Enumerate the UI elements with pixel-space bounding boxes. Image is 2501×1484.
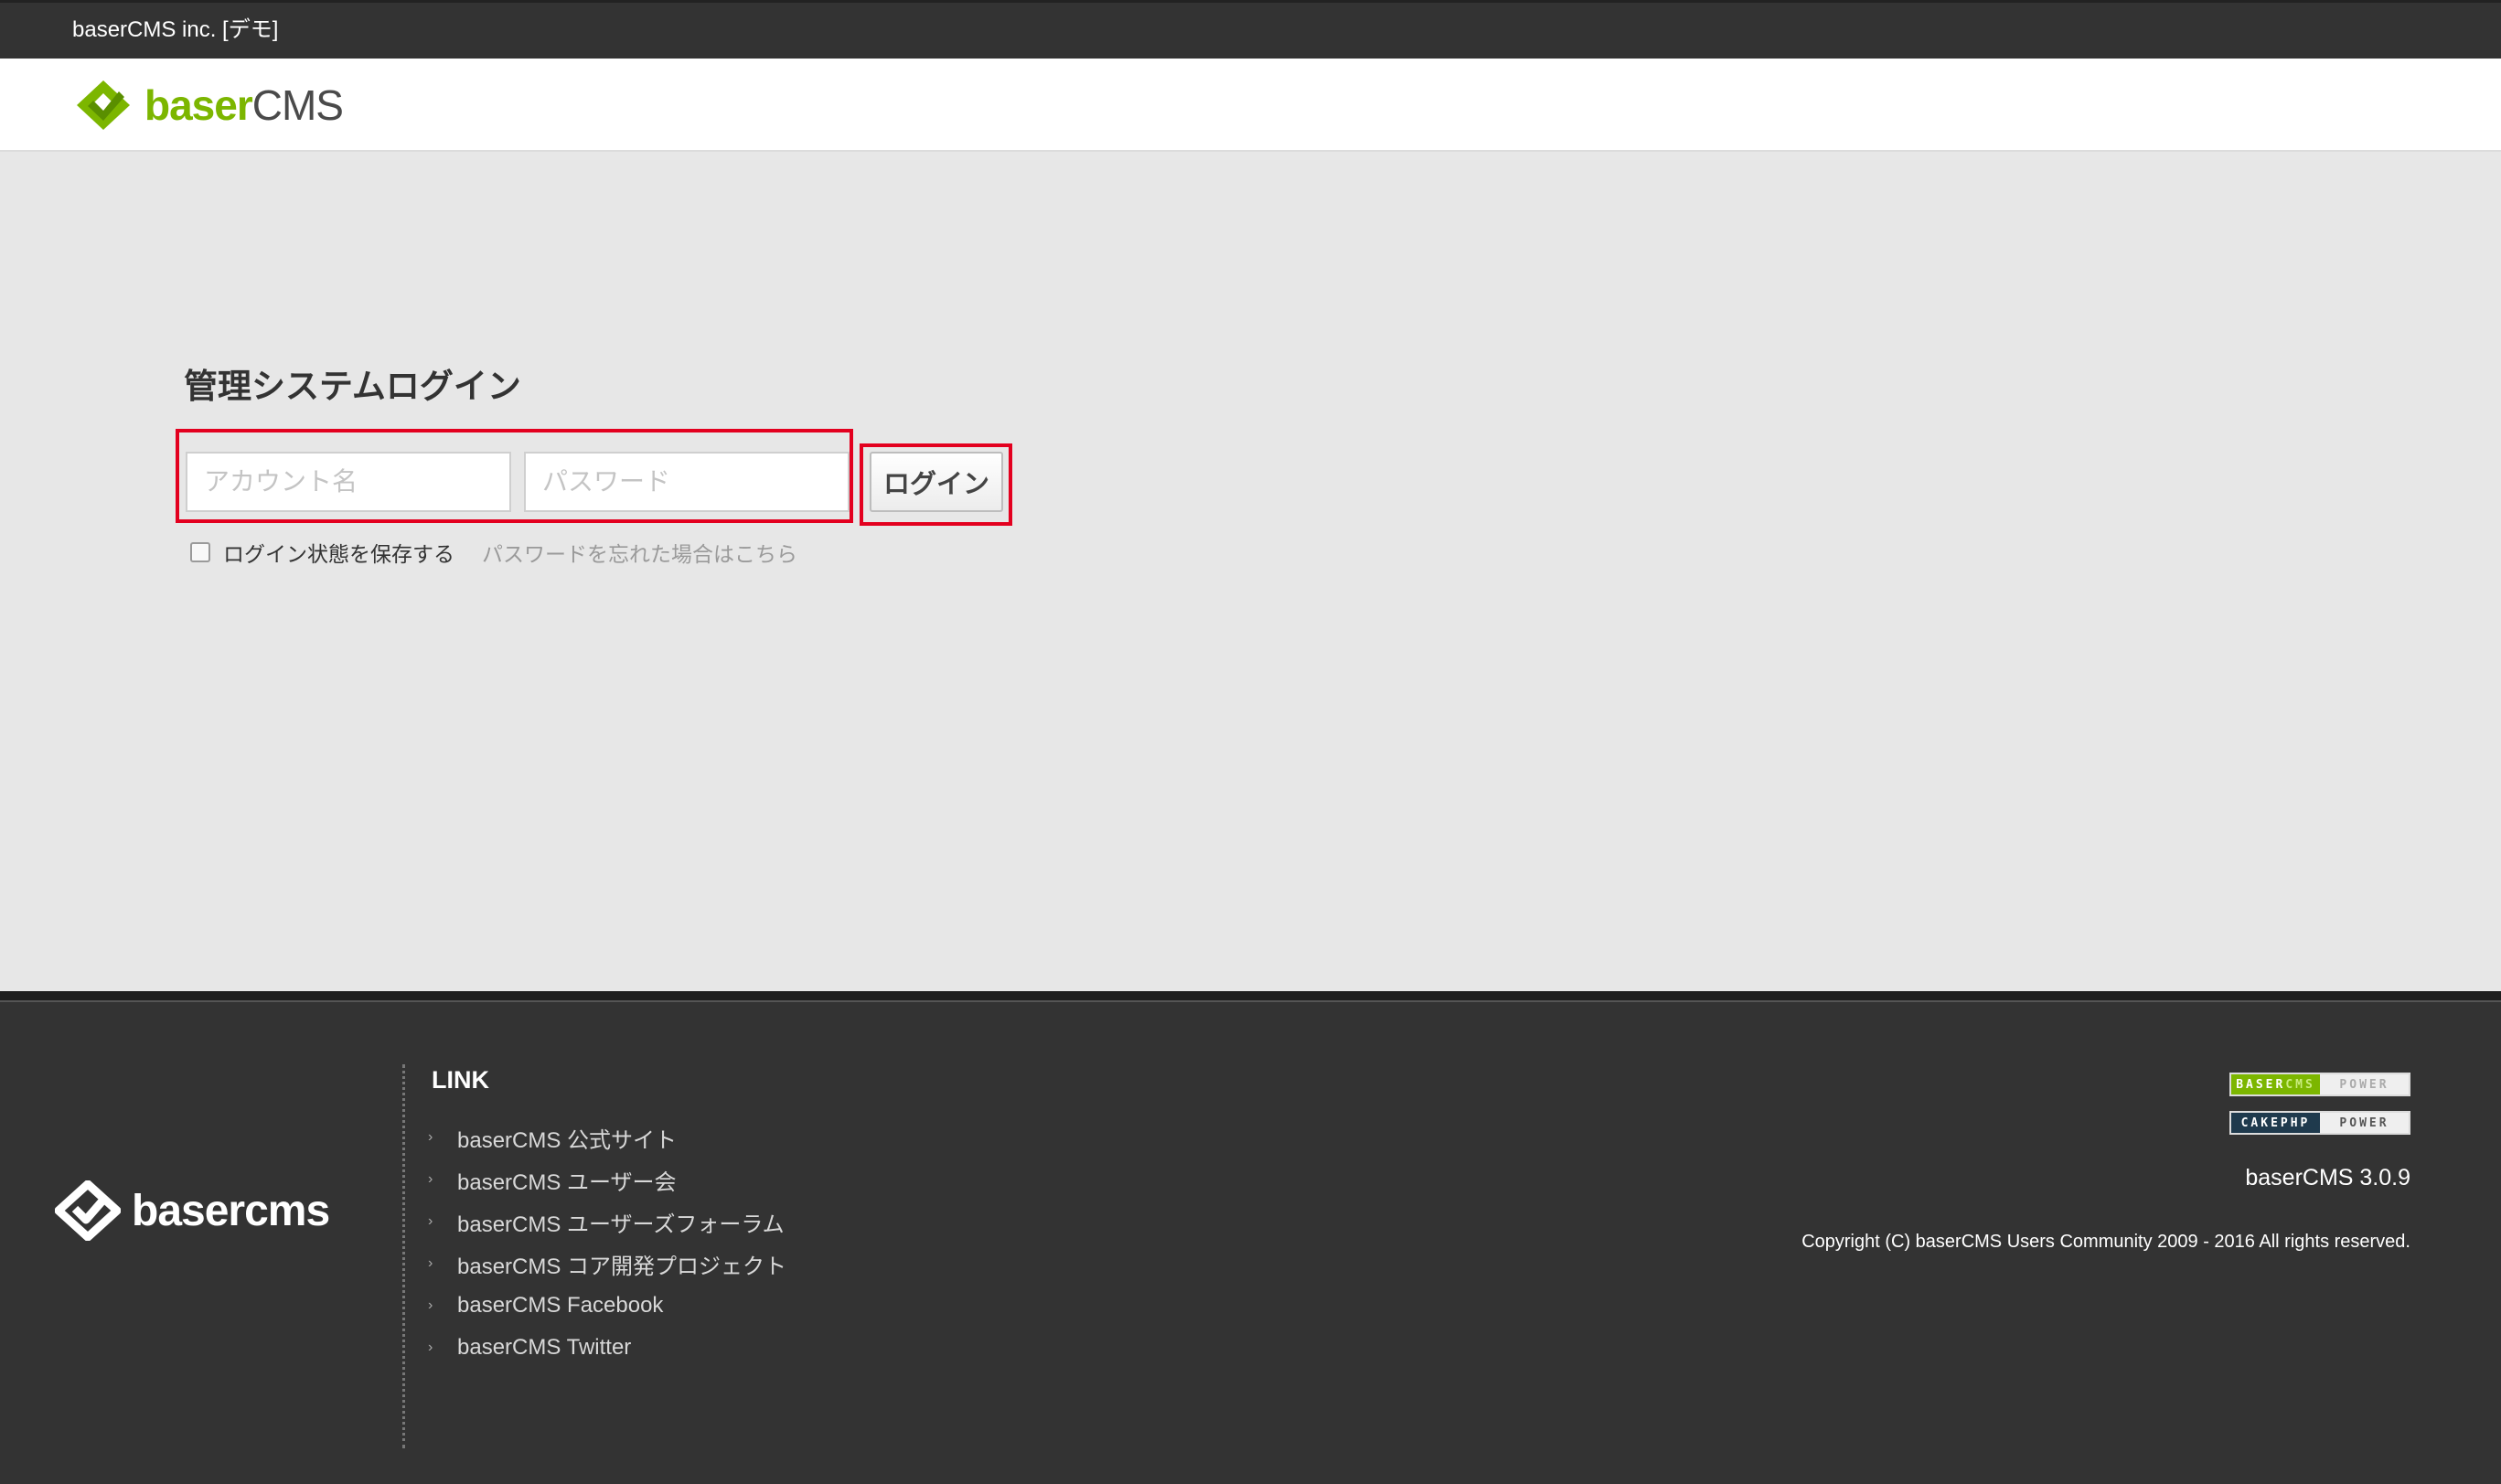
chevron-right-icon: ›	[428, 1213, 433, 1229]
footer-link-item: › baserCMS ユーザー会	[426, 1158, 786, 1201]
header: baserCMS	[0, 59, 2501, 152]
footer-divider	[402, 1064, 405, 1448]
page-title: 管理システムログイン	[184, 368, 521, 405]
chevron-right-icon: ›	[428, 1171, 433, 1187]
footer-top-border	[0, 991, 2501, 1002]
chevron-right-icon: ›	[428, 1297, 433, 1313]
cakephp-power-badge[interactable]: CAKEPHP POWER	[2229, 1111, 2410, 1135]
footer-logo-icon	[55, 1180, 121, 1241]
power-badges: BASER CMS POWER CAKEPHP POWER	[2229, 1073, 2410, 1149]
remember-login-checkbox[interactable]	[190, 542, 210, 562]
footer-basercms-logo[interactable]: basercms	[55, 1180, 330, 1241]
site-name-link[interactable]: baserCMS inc. [デモ]	[72, 16, 278, 44]
footer-link-item: › baserCMS コア開発プロジェクト	[426, 1243, 786, 1285]
password-input[interactable]	[524, 452, 850, 512]
login-button[interactable]: ログイン	[870, 452, 1003, 512]
basercms-logo[interactable]: baserCMS	[73, 75, 344, 135]
basercms-power-badge[interactable]: BASER CMS POWER	[2229, 1073, 2410, 1096]
footer-link-official-site[interactable]: baserCMS 公式サイト	[457, 1122, 677, 1154]
version-text: baserCMS 3.0.9	[2245, 1165, 2410, 1190]
footer-link-twitter[interactable]: baserCMS Twitter	[457, 1335, 631, 1361]
forgot-password-link[interactable]: パスワードを忘れた場合はこちら	[482, 537, 797, 568]
footer-link-item: › baserCMS Facebook	[426, 1285, 786, 1327]
chevron-right-icon: ›	[428, 1340, 433, 1355]
footer-link-item: › baserCMS Twitter	[426, 1327, 786, 1369]
badge-cake-power-text: POWER	[2320, 1113, 2409, 1133]
remember-row: ログイン状態を保存する パスワードを忘れた場合はこちら	[190, 537, 797, 568]
logo-text-main: baser	[144, 81, 253, 129]
footer-link-item: › baserCMS 公式サイト	[426, 1116, 786, 1158]
footer-links-list: › baserCMS 公式サイト › baserCMS ユーザー会 › baserCM…	[426, 1116, 786, 1369]
footer-link-forum[interactable]: baserCMS ユーザーズフォーラム	[457, 1206, 785, 1238]
badge-baser-cms-text: CMS	[2285, 1077, 2315, 1092]
remember-login-label[interactable]: ログイン状態を保存する	[223, 537, 454, 568]
footer-link-user-group[interactable]: baserCMS ユーザー会	[457, 1164, 677, 1196]
chevron-right-icon: ›	[428, 1255, 433, 1271]
top-bar: baserCMS inc. [デモ]	[0, 0, 2501, 59]
footer-logo-text: basercms	[132, 1186, 330, 1235]
footer-link-facebook[interactable]: baserCMS Facebook	[457, 1293, 663, 1319]
chevron-right-icon: ›	[428, 1129, 433, 1145]
footer: basercms LINK › baserCMS 公式サイト › baserCMS …	[0, 991, 2501, 1484]
footer-link-item: › baserCMS ユーザーズフォーラム	[426, 1201, 786, 1243]
basercms-logo-icon	[77, 80, 130, 130]
links-heading: LINK	[432, 1066, 489, 1094]
badge-baser-power-text: POWER	[2320, 1074, 2409, 1094]
account-name-input[interactable]	[186, 452, 511, 512]
footer-link-core-project[interactable]: baserCMS コア開発プロジェクト	[457, 1248, 786, 1280]
badge-cake-text: CAKEPHP	[2231, 1113, 2320, 1133]
copyright-text: Copyright (C) baserCMS Users Community 2…	[1801, 1232, 2410, 1252]
logo-text-sub: CMS	[251, 81, 344, 129]
badge-baser-text: BASER	[2236, 1077, 2286, 1092]
